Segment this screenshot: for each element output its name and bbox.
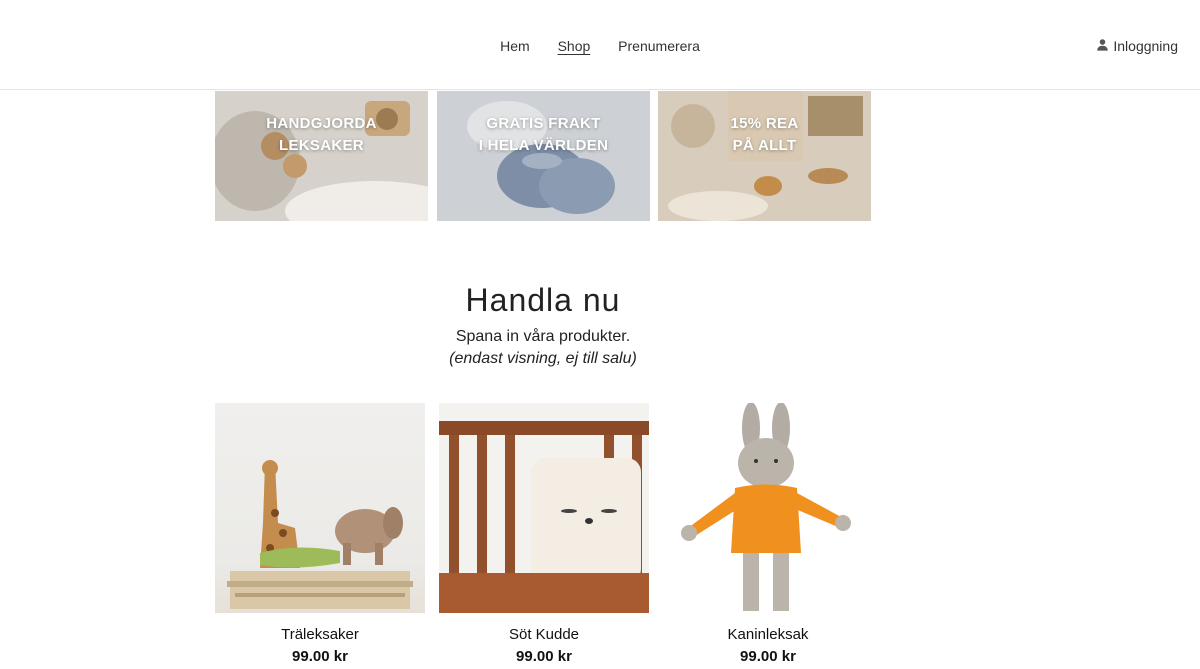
product-card[interactable]: Kaninleksak 99.00 kr bbox=[663, 403, 873, 665]
product-card[interactable]: Träleksaker 99.00 kr bbox=[215, 403, 425, 665]
nav-item-prenumerera[interactable]: Prenumerera bbox=[618, 38, 700, 54]
product-price: 99.00 kr bbox=[516, 648, 572, 665]
banner-handmade-toys[interactable]: HANDGJORDA LEKSAKER bbox=[215, 91, 428, 221]
banner-label: GRATIS FRAKT I HELA VÄRLDEN bbox=[478, 115, 609, 154]
main-nav: Hem Shop Prenumerera bbox=[0, 38, 1200, 54]
section-title: Handla nu bbox=[465, 282, 621, 318]
login-label: Inloggning bbox=[1113, 38, 1178, 54]
banner-sale[interactable]: 15% REA PÅ ALLT bbox=[658, 91, 871, 221]
product-card[interactable]: Söt Kudde 99.00 kr bbox=[439, 403, 649, 665]
product-name: Söt Kudde bbox=[508, 626, 580, 643]
site-header: Hem Shop Prenumerera Inloggning bbox=[0, 0, 1200, 90]
user-icon bbox=[1096, 38, 1109, 54]
product-image bbox=[215, 403, 425, 613]
product-name: Kaninleksak bbox=[727, 626, 809, 643]
banner-label: 15% REA PÅ ALLT bbox=[730, 115, 799, 154]
banner-free-shipping[interactable]: GRATIS FRAKT I HELA VÄRLDEN bbox=[437, 91, 650, 221]
product-name: Träleksaker bbox=[281, 626, 359, 643]
nav-item-shop[interactable]: Shop bbox=[558, 38, 591, 54]
product-image bbox=[663, 403, 873, 613]
product-price: 99.00 kr bbox=[292, 648, 348, 665]
login-link[interactable]: Inloggning bbox=[1096, 38, 1178, 54]
section-subtitle: Spana in våra produkter. bbox=[455, 328, 631, 345]
nav-item-hem[interactable]: Hem bbox=[500, 38, 530, 54]
product-price: 99.00 kr bbox=[740, 648, 796, 665]
product-image bbox=[439, 403, 649, 613]
section-note: (endast visning, ej till salu) bbox=[449, 350, 637, 367]
banner-label: HANDGJORDA LEKSAKER bbox=[266, 115, 377, 154]
